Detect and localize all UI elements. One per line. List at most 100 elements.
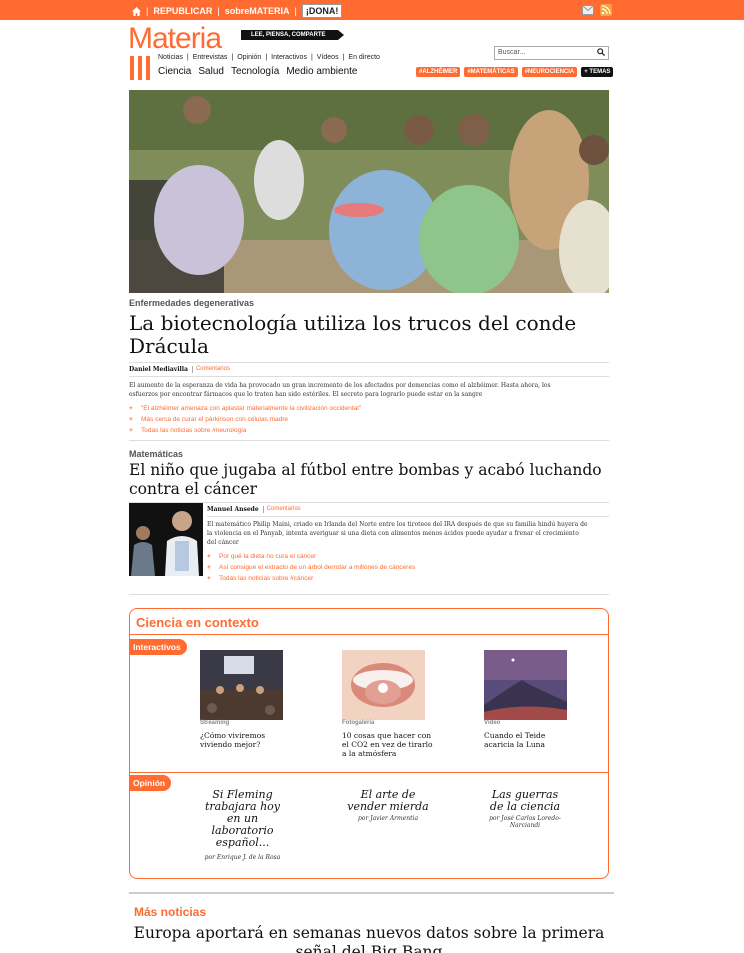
opinion-author[interactable]: por José Carlos Loredo- Narciandi	[470, 815, 580, 829]
lead-photo[interactable]	[129, 90, 609, 293]
item-title[interactable]: 10 cosas que hacer con el CO2 en vez de …	[342, 731, 433, 758]
separator: |	[217, 6, 220, 16]
opinion-label: Opinión	[130, 775, 172, 791]
second-headline[interactable]: El niño que jugaba al fútbol entre bomba…	[129, 461, 602, 499]
top-bar: | REPUBLICAR | sobreMATERIA | ¡DONA!	[0, 0, 744, 20]
second-headline-line: contra el cáncer	[129, 480, 258, 498]
second-photo[interactable]	[129, 503, 203, 576]
top-links: | REPUBLICAR | sobreMATERIA | ¡DONA!	[132, 4, 343, 18]
more-headline-line: señal del Big Bang	[295, 943, 443, 953]
site-logo[interactable]: Materia	[128, 22, 222, 56]
nav-tecnologia[interactable]: Tecnología	[231, 66, 279, 77]
opinion-author[interactable]: por Enrique J. de la Rosa	[190, 854, 295, 861]
item-title-line: el CO2 en vez de tirarlo	[342, 740, 433, 749]
divider	[207, 516, 609, 517]
opinion-line: de la ciencia	[489, 800, 561, 813]
sub-navigation: Noticias | Entrevistas | Opinión | Interact…	[158, 54, 380, 61]
rss-icon[interactable]	[600, 4, 612, 16]
summary-line: El aumento de la esperanza de vida ha pr…	[129, 382, 551, 389]
divider	[129, 892, 614, 894]
search-icon[interactable]	[597, 48, 605, 56]
related-link[interactable]: Todas las noticias sobre #neurología	[129, 425, 361, 436]
related-link[interactable]: Así consigue el extracto de un árbol der…	[207, 562, 415, 573]
opinion-title[interactable]: Si Fleming trabajara hoy en un laborator…	[190, 789, 295, 849]
more-headline-line: Europa aportará en semanas nuevos datos …	[133, 924, 605, 942]
home-icon[interactable]	[132, 6, 141, 16]
item-title-line: acaricia la Luna	[484, 740, 545, 749]
related-link[interactable]: Todas las noticias sobre #cáncer	[207, 573, 415, 584]
interactivos-label: Interactivos	[130, 639, 187, 655]
item-title-line: Cuando el Teide	[484, 731, 546, 740]
second-summary: El matemático Philip Maini, criado en Ir…	[207, 520, 609, 547]
related-link[interactable]: Por qué la dieta no cura el cáncer	[207, 551, 415, 562]
related-link[interactable]: Más cerca de curar el párkinson con célu…	[129, 414, 361, 425]
lead-byline: Daniel Mediavilla Comentarios	[129, 366, 230, 373]
opinion-title[interactable]: Las guerras de la ciencia	[470, 789, 580, 813]
lead-section-label[interactable]: Enfermedades degenerativas	[129, 298, 254, 308]
logo-bars	[130, 56, 150, 80]
divider	[129, 362, 609, 363]
item-kind: Fotogalería	[342, 720, 375, 726]
item-title-line: 10 cosas que hacer con	[342, 731, 432, 740]
subnav-en-directo[interactable]: En directo	[348, 54, 380, 61]
context-divider	[130, 634, 608, 635]
conference-photo	[200, 650, 283, 720]
teide-moon-photo	[484, 650, 567, 720]
nav-medio-ambiente[interactable]: Medio ambiente	[286, 66, 357, 77]
context-title: Ciencia en contexto	[136, 615, 259, 630]
mail-icon[interactable]	[582, 4, 594, 16]
lead-headline[interactable]: La biotecnología utiliza los trucos del …	[129, 312, 576, 358]
second-author[interactable]: Manuel Ansede	[207, 506, 259, 513]
elderly-women-photo	[129, 90, 609, 293]
topic-tags: #ALZHÉIMER #MATEMÁTICAS #NEUROCIENCIA + …	[416, 67, 614, 77]
social-icons	[582, 4, 612, 16]
second-byline: Manuel Ansede Comentarios	[207, 506, 301, 513]
item-title[interactable]: ¿Cómo viviremos viviendo mejor?	[200, 731, 265, 749]
divider	[129, 376, 609, 377]
nav-salud[interactable]: Salud	[198, 66, 224, 77]
context-divider	[130, 772, 608, 773]
subnav-entrevistas[interactable]: Entrevistas	[193, 54, 228, 61]
nav-ciencia[interactable]: Ciencia	[158, 66, 191, 77]
divider	[129, 594, 609, 595]
search-input[interactable]: Buscar...	[494, 46, 609, 60]
more-headline[interactable]: Europa aportará en semanas nuevos datos …	[129, 924, 609, 953]
second-related-links: Por qué la dieta no cura el cáncer Así c…	[207, 551, 415, 584]
opinion-line: español...	[215, 836, 270, 849]
subnav-interactivos[interactable]: Interactivos	[271, 54, 307, 61]
tag-alzheimer[interactable]: #ALZHÉIMER	[416, 67, 461, 77]
second-comments-link[interactable]: Comentarios	[262, 506, 301, 513]
main-navigation: Ciencia Salud Tecnología Medio ambiente	[158, 66, 357, 77]
lead-headline-line: La biotecnología utiliza los trucos del …	[129, 311, 577, 335]
related-link[interactable]: "El alzhéimer amenaza con aplastar mater…	[129, 403, 361, 414]
opinion-author-line: Narciandi	[509, 822, 541, 829]
streaming-thumbnail[interactable]	[200, 650, 283, 720]
fotogaleria-thumbnail[interactable]	[342, 650, 425, 720]
item-kind: Streaming	[200, 720, 230, 726]
subnav-opinion[interactable]: Opinión	[237, 54, 261, 61]
summary-line: la violencia en el Panyab, intenta averi…	[207, 530, 579, 537]
item-title-line: a la atmósfera	[342, 749, 397, 758]
separator: |	[294, 6, 297, 16]
subnav-noticias[interactable]: Noticias	[158, 54, 183, 61]
opinion-author[interactable]: por Javier Armentia	[333, 815, 443, 822]
lead-author[interactable]: Daniel Mediavilla	[129, 366, 188, 373]
search-placeholder: Buscar...	[498, 49, 526, 56]
tag-neurociencia[interactable]: #NEUROCIENCIA	[521, 67, 578, 77]
opinion-line: vender mierda	[347, 800, 429, 813]
second-section-label[interactable]: Matemáticas	[129, 449, 183, 459]
dona-button[interactable]: ¡DONA!	[301, 4, 343, 18]
lead-summary: El aumento de la esperanza de vida ha pr…	[129, 381, 609, 399]
lead-comments-link[interactable]: Comentarios	[191, 366, 230, 373]
summary-line: esfuerzos por encontrar fármacos que lo …	[129, 391, 483, 398]
more-topics-button[interactable]: + TEMAS	[581, 67, 614, 77]
republicar-link[interactable]: REPUBLICAR	[153, 6, 212, 16]
subnav-videos[interactable]: Vídeos	[317, 54, 339, 61]
sobre-materia-link[interactable]: sobreMATERIA	[225, 6, 290, 16]
summary-line: El matemático Philip Maini, criado en Ir…	[207, 521, 588, 528]
tag-matematicas[interactable]: #MATEMÁTICAS	[464, 67, 518, 77]
summary-line: del cáncer	[207, 539, 239, 546]
item-title[interactable]: Cuando el Teide acaricia la Luna	[484, 731, 545, 749]
opinion-title[interactable]: El arte de vender mierda	[333, 789, 443, 813]
video-thumbnail[interactable]	[484, 650, 567, 720]
